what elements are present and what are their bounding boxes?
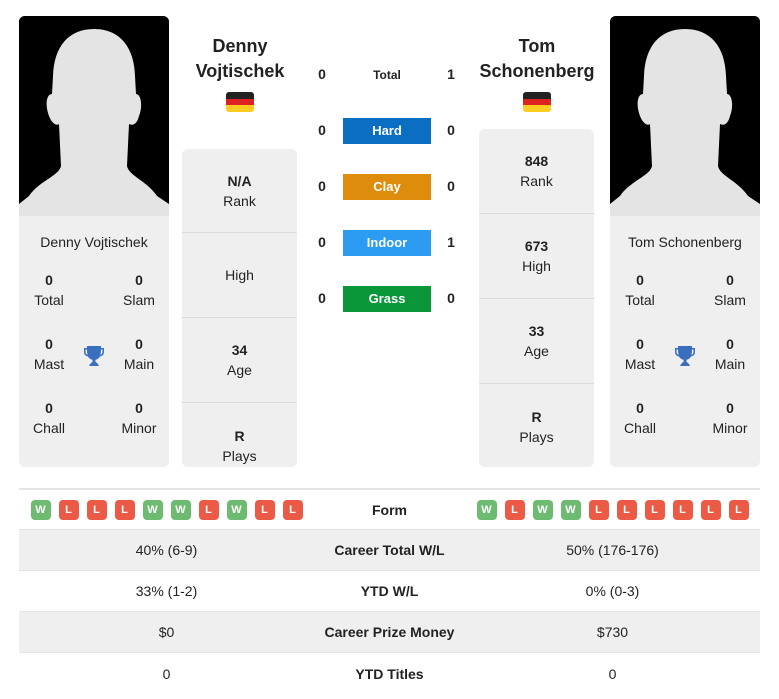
player-name-left: Denny Vojtischek [40, 234, 148, 250]
surface-clay-badge[interactable]: Clay [343, 174, 431, 200]
form-win-badge[interactable]: W [532, 499, 553, 520]
form-loss-badge[interactable]: L [282, 499, 303, 520]
h2h-total: 0 Total 1 [318, 66, 455, 82]
stats-card-left: N/A Rank High 34 Age R Plays [182, 149, 297, 467]
titles-mast-left: 0 Mast [33, 336, 65, 372]
stat-age-right: 33 Age [479, 299, 594, 384]
ytd-wl-label: YTD W/L [360, 583, 419, 599]
form-win-badge[interactable]: W [476, 499, 497, 520]
trophy-icon [84, 346, 104, 366]
form-label: Form [372, 501, 407, 518]
stats-card-right: 848 Rank 673 High 33 Age R Plays [479, 129, 594, 467]
ytd-titles-right: 0 [608, 665, 617, 682]
surface-hard-badge[interactable]: Hard [343, 118, 431, 144]
avatar-silhouette-icon [19, 16, 169, 216]
ytd-titles-left: 0 [162, 665, 171, 682]
form-win-badge[interactable]: W [30, 499, 51, 520]
form-win-badge[interactable]: W [142, 499, 163, 520]
player-heading-left[interactable]: Denny Vojtischek [175, 34, 305, 84]
ytd-wl-left: 33% (1-2) [135, 583, 198, 599]
form-loss-badge[interactable]: L [616, 499, 637, 520]
form-loss-badge[interactable]: L [198, 499, 219, 520]
trophy-icon [675, 346, 695, 366]
form-win-badge[interactable]: W [560, 499, 581, 520]
titles-grid-left: 0 Total 0 Slam 0 Mast 0 Main 0 Chall 0 Minor [19, 270, 169, 462]
stat-rank-right: 848 Rank [479, 129, 594, 214]
h2h-indoor: 0 Indoor 1 [310, 230, 470, 258]
germany-flag-icon [523, 92, 551, 112]
career-wl-left: 40% (6-9) [135, 542, 198, 558]
titles-slam-left: 0 Slam [123, 272, 155, 308]
stat-rank-left: N/A Rank [182, 149, 297, 233]
player-heading-right[interactable]: Tom Schonenberg [472, 34, 602, 84]
stat-high-left: High [182, 233, 297, 318]
titles-main-right: 0 Main [714, 336, 746, 372]
comparison-table: WLLLWWLWLL Form WLWWLLLLLL 40% (6-9) Car… [19, 488, 760, 694]
titles-grid-right: 0 Total 0 Slam 0 Mast 0 Main 0 Chall 0 Minor [610, 270, 760, 462]
form-loss-badge[interactable]: L [588, 499, 609, 520]
stat-plays-right: R Plays [519, 408, 554, 445]
table-row: 33% (1-2) YTD W/L 0% (0-3) [19, 571, 760, 612]
h2h-hard: 0 Hard 0 [310, 118, 470, 146]
titles-mast-right: 0 Mast [624, 336, 656, 372]
form-loss-badge[interactable]: L [504, 499, 525, 520]
form-list-left: WLLLWWLWLL [19, 499, 314, 520]
player-card-left: Denny Vojtischek 0 Total 0 Slam 0 Mast 0 Mai… [19, 16, 169, 467]
prize-money-left: $0 [158, 624, 175, 640]
ytd-wl-right: 0% (0-3) [585, 583, 640, 599]
player-name-right: Tom Schonenberg [628, 234, 742, 250]
form-win-badge[interactable]: W [170, 499, 191, 520]
form-list-right: WLWWLLLLLL [465, 499, 760, 520]
player-card-right: Tom Schonenberg 0 Total 0 Slam 0 Mast 0 Main… [610, 16, 760, 467]
career-wl-label: Career Total W/L [334, 542, 445, 558]
avatar-silhouette-icon [610, 16, 760, 216]
titles-chall-left: 0 Chall [33, 400, 65, 436]
table-row: 0 YTD Titles 0 [19, 653, 760, 694]
player-photo-right [610, 16, 760, 216]
germany-flag-icon [226, 92, 254, 112]
form-loss-badge[interactable]: L [644, 499, 665, 520]
surface-grass-badge[interactable]: Grass [343, 286, 431, 312]
form-loss-badge[interactable]: L [700, 499, 721, 520]
stat-high-right: 673 High [479, 214, 594, 299]
career-wl-right: 50% (176-176) [566, 542, 659, 558]
table-row: $0 Career Prize Money $730 [19, 612, 760, 653]
h2h-clay: 0 Clay 0 [310, 174, 470, 202]
h2h-grass: 0 Grass 0 [310, 286, 470, 314]
form-win-badge[interactable]: W [226, 499, 247, 520]
titles-total-left: 0 Total [34, 272, 64, 308]
form-row: WLLLWWLWLL Form WLWWLLLLLL [19, 490, 760, 530]
titles-slam-right: 0 Slam [714, 272, 746, 308]
ytd-titles-label: YTD Titles [355, 665, 424, 682]
titles-minor-left: 0 Minor [121, 400, 157, 436]
form-loss-badge[interactable]: L [86, 499, 107, 520]
form-loss-badge[interactable]: L [672, 499, 693, 520]
titles-total-right: 0 Total [625, 272, 655, 308]
table-row: 40% (6-9) Career Total W/L 50% (176-176) [19, 530, 760, 571]
prize-money-label: Career Prize Money [324, 624, 455, 640]
titles-main-left: 0 Main [123, 336, 155, 372]
titles-minor-right: 0 Minor [712, 400, 748, 436]
stat-plays-left: R Plays [222, 427, 257, 464]
form-loss-badge[interactable]: L [114, 499, 135, 520]
prize-money-right: $730 [596, 624, 629, 640]
player-photo-left [19, 16, 169, 216]
form-loss-badge[interactable]: L [254, 499, 275, 520]
form-loss-badge[interactable]: L [58, 499, 79, 520]
stat-age-left: 34 Age [182, 318, 297, 403]
form-loss-badge[interactable]: L [728, 499, 749, 520]
titles-chall-right: 0 Chall [624, 400, 656, 436]
surface-indoor-badge[interactable]: Indoor [343, 230, 431, 256]
